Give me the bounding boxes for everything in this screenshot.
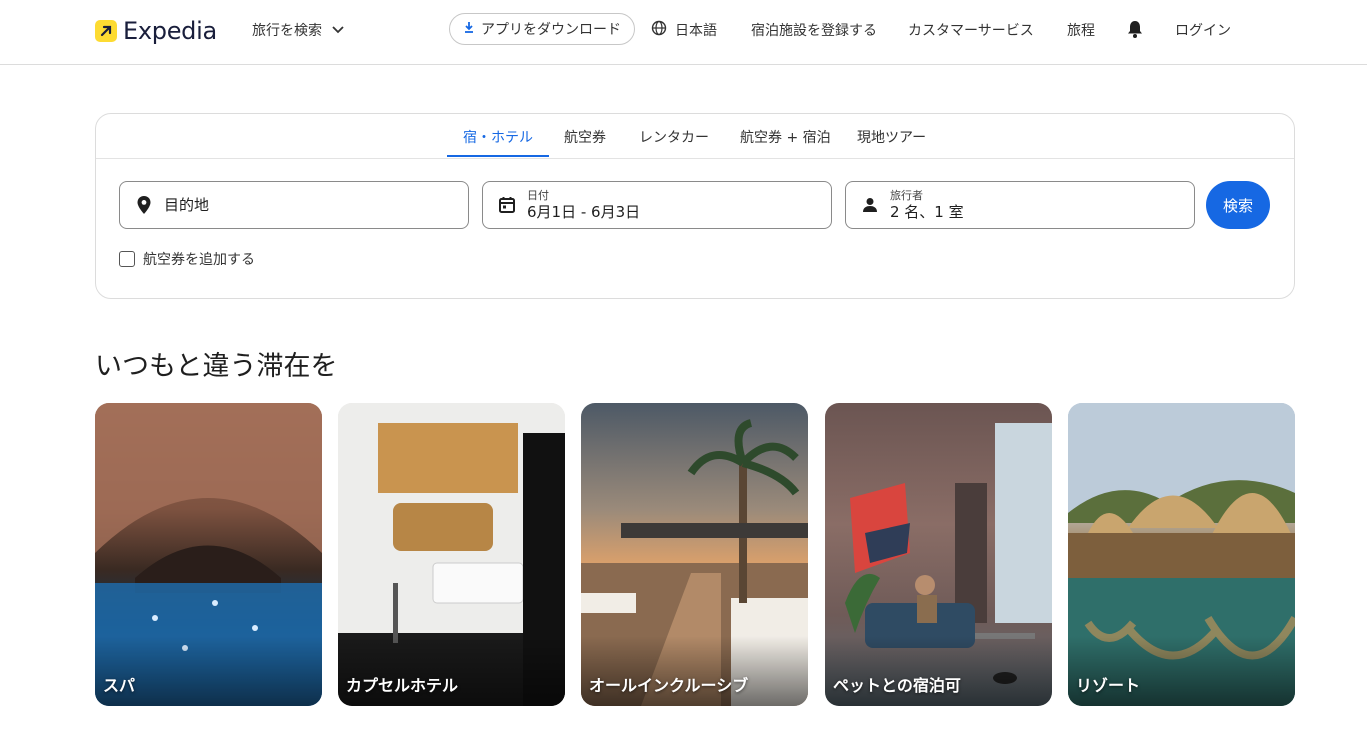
dates-value: 6月1日 - 6月3日 [527, 202, 641, 221]
globe-icon [651, 20, 667, 40]
dates-label: 日付 [527, 188, 549, 202]
travelers-label: 旅行者 [890, 188, 923, 202]
person-icon [860, 195, 880, 215]
location-pin-icon [134, 195, 154, 215]
tab-flights[interactable]: 航空券 [564, 127, 606, 147]
travelers-field[interactable]: 旅行者 2 名、1 室 [845, 181, 1195, 229]
list-property-label: 宿泊施設を登録する [751, 23, 877, 39]
top-header: Expedia 旅行を検索 アプリをダウンロード 日本語 宿泊施設を登録する カ… [0, 0, 1367, 65]
tab-stays[interactable]: 宿・ホテル [463, 127, 533, 147]
section-title: いつもと違う滞在を [95, 351, 338, 382]
trips-link[interactable]: 旅程 [1067, 20, 1095, 40]
search-tabs: 宿・ホテル 航空券 レンタカー 航空券 + 宿泊 現地ツアー [96, 114, 1294, 159]
add-flight-label: 航空券を追加する [143, 252, 255, 268]
travelers-value: 2 名、1 室 [890, 202, 964, 221]
login-label: ログイン [1175, 23, 1231, 39]
customer-service-link[interactable]: カスタマーサービス [908, 20, 1034, 40]
tile-label: ペットとの宿泊可 [833, 676, 961, 695]
chevron-down-icon [332, 22, 344, 38]
dates-field[interactable]: 日付 6月1日 - 6月3日 [482, 181, 832, 229]
app-download-label: アプリをダウンロード [481, 22, 621, 38]
active-tab-indicator [447, 155, 549, 157]
login-link[interactable]: ログイン [1175, 20, 1231, 40]
logo-arrow-icon [95, 20, 117, 42]
tab-cars[interactable]: レンタカー [639, 127, 709, 147]
customer-service-label: カスタマーサービス [908, 23, 1034, 39]
tile-all-inclusive[interactable]: オールインクルーシブ [581, 403, 808, 706]
tile-pet-friendly[interactable]: ペットとの宿泊可 [825, 403, 1052, 706]
tile-label: スパ [103, 676, 136, 695]
expedia-logo[interactable]: Expedia [95, 17, 217, 45]
language-label: 日本語 [675, 23, 717, 39]
destination-field[interactable]: 目的地 [119, 181, 469, 229]
tile-label: オールインクルーシブ [589, 676, 749, 695]
language-selector[interactable]: 日本語 [651, 20, 717, 40]
tab-activities[interactable]: 現地ツアー [857, 127, 926, 147]
trips-label: 旅程 [1067, 23, 1095, 39]
trip-search-label: 旅行を検索 [252, 23, 322, 39]
search-card: 宿・ホテル 航空券 レンタカー 航空券 + 宿泊 現地ツアー 目的地 日付 6月… [95, 113, 1295, 299]
list-property-link[interactable]: 宿泊施設を登録する [751, 20, 877, 40]
trip-search-menu[interactable]: 旅行を検索 [252, 20, 344, 40]
tile-label: カプセルホテル [346, 676, 459, 695]
download-icon [463, 21, 475, 37]
tile-capsule-hotel[interactable]: カプセルホテル [338, 403, 565, 706]
tile-resort[interactable]: リゾート [1068, 403, 1295, 706]
logo-text: Expedia [123, 17, 217, 45]
search-button[interactable]: 検索 [1206, 181, 1270, 229]
bell-icon[interactable] [1126, 19, 1144, 39]
calendar-icon [497, 195, 517, 215]
add-flight-checkbox[interactable] [119, 251, 135, 267]
app-download-button[interactable]: アプリをダウンロード [449, 13, 635, 45]
tile-spa[interactable]: スパ [95, 403, 322, 706]
tile-label: リゾート [1076, 676, 1141, 695]
destination-placeholder: 目的地 [164, 196, 210, 214]
tab-packages[interactable]: 航空券 + 宿泊 [740, 127, 831, 147]
add-flight-option[interactable]: 航空券を追加する [119, 249, 255, 269]
